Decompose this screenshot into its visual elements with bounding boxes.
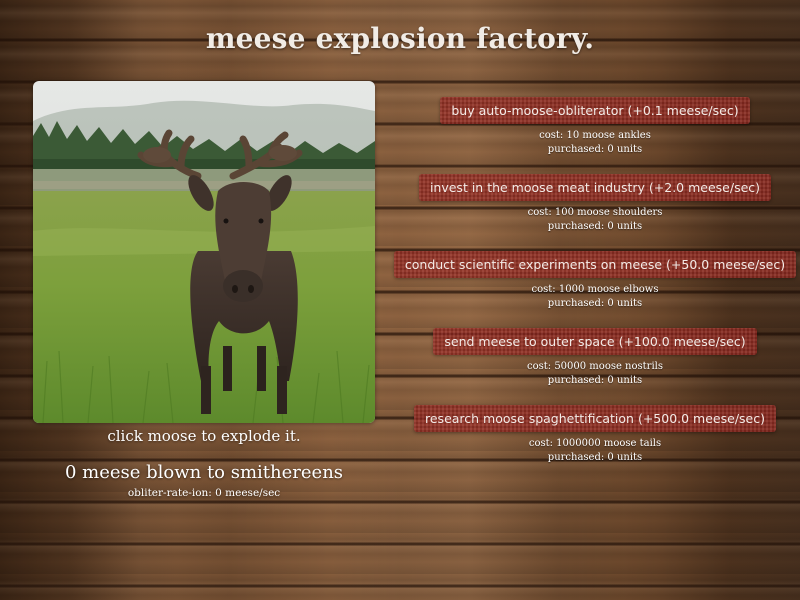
upgrade-cost: cost: 50000 moose nostrils: [527, 361, 663, 372]
upgrade-purchased: purchased: 0 units: [547, 144, 643, 155]
send-to-space-button[interactable]: send meese to outer space (+100.0 meese/…: [433, 328, 756, 355]
upgrade-purchased: purchased: 0 units: [547, 221, 643, 232]
upgrade-cost: cost: 1000 moose elbows: [531, 284, 659, 295]
upgrade-purchased: purchased: 0 units: [547, 375, 643, 386]
moose-icon: [33, 81, 375, 423]
upgrade-spaghettification: research moose spaghettification (+500.0…: [390, 405, 800, 465]
upgrade-purchased: purchased: 0 units: [547, 452, 643, 463]
click-hint: click moose to explode it.: [107, 427, 301, 445]
upgrade-scientific-experiments: conduct scientific experiments on meese …: [390, 251, 800, 311]
research-spaghettification-button[interactable]: research moose spaghettification (+500.0…: [414, 405, 776, 432]
conduct-experiments-button[interactable]: conduct scientific experiments on meese …: [394, 251, 796, 278]
upgrade-outer-space: send meese to outer space (+100.0 meese/…: [390, 328, 800, 388]
moose-image[interactable]: [33, 81, 375, 423]
page-title: meese explosion factory.: [205, 22, 595, 55]
upgrade-cost: cost: 100 moose shoulders: [527, 207, 663, 218]
upgrade-cost: cost: 1000000 moose tails: [528, 438, 662, 449]
meese-counter: 0 meese blown to smithereens: [64, 462, 344, 483]
upgrade-cost: cost: 10 moose ankles: [539, 130, 651, 141]
upgrade-meat-industry: invest in the moose meat industry (+2.0 …: [390, 174, 800, 234]
buy-auto-obliterator-button[interactable]: buy auto-moose-obliterator (+0.1 meese/s…: [440, 97, 749, 124]
upgrade-purchased: purchased: 0 units: [547, 298, 643, 309]
invest-meat-industry-button[interactable]: invest in the moose meat industry (+2.0 …: [419, 174, 771, 201]
upgrade-auto-obliterator: buy auto-moose-obliterator (+0.1 meese/s…: [390, 97, 800, 157]
rate-display: obliter-rate-ion: 0 meese/sec: [127, 487, 281, 499]
